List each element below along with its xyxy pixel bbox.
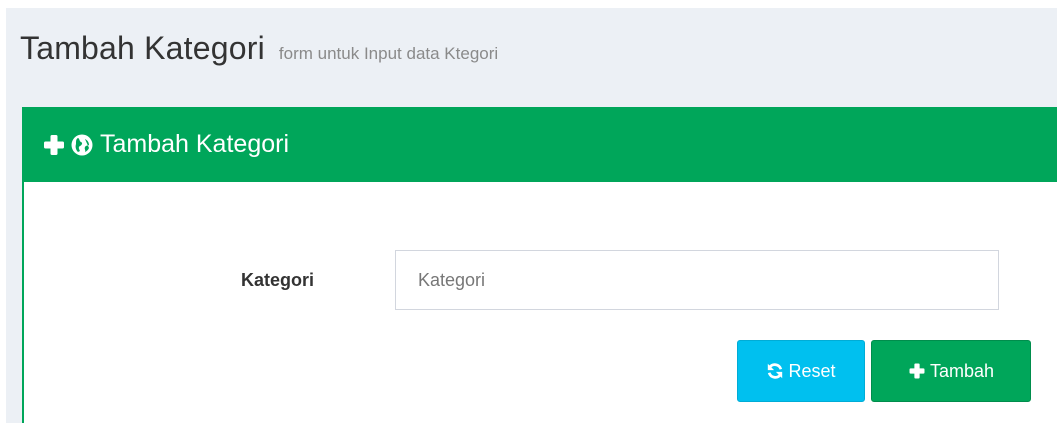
box-header: Tambah Kategori (24, 107, 1057, 182)
add-label: Tambah (929, 360, 995, 381)
kategori-input[interactable] (395, 250, 999, 310)
reset-label: Reset (788, 360, 836, 381)
plus-icon (908, 362, 926, 380)
reset-button[interactable]: Reset (737, 340, 865, 402)
page-title: Tambah Kategori (20, 30, 265, 66)
kategori-label: Kategori (241, 270, 315, 290)
kategori-form-row: Kategori (24, 250, 1057, 312)
add-button[interactable]: Tambah (871, 340, 1031, 402)
box-title: Tambah Kategori (100, 130, 290, 158)
refresh-icon (766, 362, 784, 380)
content-wrapper: Tambah Kategori form untuk Input data Kt… (6, 8, 1057, 423)
page-subtitle: form untuk Input data Ktegori (278, 44, 499, 63)
page-header: Tambah Kategori form untuk Input data Kt… (20, 30, 498, 67)
form-box: Tambah Kategori Kategori Reset (22, 107, 1057, 423)
globe-icon (70, 133, 94, 157)
plus-icon (42, 133, 66, 157)
